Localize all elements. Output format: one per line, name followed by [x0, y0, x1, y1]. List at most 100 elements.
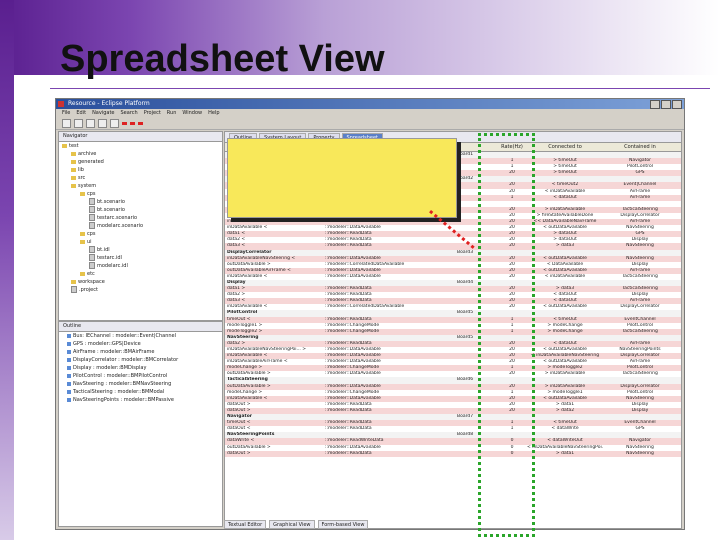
outline-item[interactable]: GPS : modeler::GPS|Device [59, 340, 222, 348]
folder-icon [71, 159, 76, 164]
file-icon [89, 214, 95, 221]
window-titlebar: Resource - Eclipse Platform [56, 99, 684, 109]
folder-icon [80, 191, 85, 196]
outline-item-label: NavSteering : modeler::BMNavSteering [73, 381, 172, 387]
file-icon [71, 286, 77, 293]
tree-item[interactable]: .project [59, 286, 222, 294]
view-tab[interactable]: Graphical View [269, 520, 315, 529]
tree-item[interactable]: system [59, 182, 222, 190]
outline-item[interactable]: NavSteering : modeler::BMNavSteering [59, 380, 222, 388]
navigator-tab[interactable]: Navigator [59, 132, 222, 142]
tree-item[interactable]: generated [59, 158, 222, 166]
tree-item[interactable]: bt.scenario [59, 198, 222, 206]
tree-item[interactable]: archive [59, 150, 222, 158]
outline-item[interactable]: Display : modeler::BMDisplay [59, 364, 222, 372]
menu-item[interactable]: Search [121, 109, 138, 118]
outline-item-label: Display : modeler::BMDisplay [73, 365, 147, 371]
debug-icon[interactable] [110, 119, 119, 128]
tree-item-label: bt.scenario [97, 199, 125, 205]
tree-item[interactable]: cps [59, 230, 222, 238]
table-cell: > data1 [555, 450, 575, 456]
minimize-button[interactable] [650, 100, 660, 109]
tree-item-label: bt.scenario [97, 207, 125, 213]
table-row[interactable]: dataOut >::modeler::ReadData 0 > data1 NavS… [225, 450, 681, 457]
file-icon [89, 198, 95, 205]
tree-item[interactable]: test [59, 142, 222, 150]
file-icon [89, 262, 95, 269]
file-icon [89, 206, 95, 213]
outline-item-label: Bus: IEChannel : modeler::Event|Channel [73, 333, 177, 339]
tree-item[interactable]: workspace [59, 278, 222, 286]
tree-item-label: src [78, 175, 86, 181]
outline-item-label: TacticalSteering : modeler::BMModal [73, 389, 165, 395]
tree-item[interactable]: cps [59, 190, 222, 198]
column-header[interactable]: Contained in [603, 143, 675, 151]
outline-tab[interactable]: Outline [59, 322, 222, 332]
outline-item[interactable]: NavSteeringPoints : modeler::BMPassive [59, 396, 222, 404]
tree-item[interactable]: testarc.idl [59, 254, 222, 262]
tree-item-label: bt.idl [97, 247, 110, 253]
tree-item[interactable]: testarc.scenario [59, 214, 222, 222]
outline-item[interactable]: PilotControl : modeler::BMPilotControl [59, 372, 222, 380]
maximize-button[interactable] [661, 100, 671, 109]
menu-item[interactable]: Help [208, 109, 219, 118]
folder-icon [71, 175, 76, 180]
folder-icon [71, 167, 76, 172]
tree-item[interactable]: src [59, 174, 222, 182]
component-icon [67, 365, 71, 370]
close-button[interactable] [672, 100, 682, 109]
view-tabs: Textual Editor Graphical View Form-based V… [224, 520, 369, 529]
tree-item[interactable]: bt.idl [59, 246, 222, 254]
tree-item[interactable]: bt.scenario [59, 206, 222, 214]
component-icon [67, 341, 71, 346]
left-stripe [0, 0, 14, 540]
tree-item-label: lib [78, 167, 84, 173]
menu-item[interactable]: Edit [76, 109, 86, 118]
navigator-panel: Navigator test archive generated lib src syst… [58, 131, 223, 321]
outline-item[interactable]: DisplayCorrelator : modeler::BMCorrelato… [59, 356, 222, 364]
tree-item[interactable]: modelarc.scenario [59, 222, 222, 230]
outline-item[interactable]: TacticalSteering : modeler::BMModal [59, 388, 222, 396]
save-icon[interactable] [74, 119, 83, 128]
outline-item[interactable]: Bus: IEChannel : modeler::Event|Channel [59, 332, 222, 340]
tree-item-label: cps [87, 191, 96, 197]
tree-item-label: cps [87, 231, 96, 237]
tree-item[interactable]: ui [59, 238, 222, 246]
column-header[interactable]: Connected to [525, 143, 603, 151]
rate-column-highlight [478, 133, 535, 537]
folder-icon [71, 183, 76, 188]
menu-item[interactable]: Project [144, 109, 161, 118]
outline-panel: Outline Bus: IEChannel : modeler::Event|… [58, 321, 223, 527]
menu-item[interactable]: Navigate [92, 109, 114, 118]
tree-item-label: system [78, 183, 97, 189]
menu-item[interactable]: Window [182, 109, 202, 118]
tree-item-label: etc [87, 271, 95, 277]
outline-item-label: DisplayCorrelator : modeler::BMCorrelato… [73, 357, 179, 363]
red-marker-icon [138, 122, 143, 125]
tree-item[interactable]: etc [59, 270, 222, 278]
outline-item[interactable]: AirFrame : modeler::BMAirFrame [59, 348, 222, 356]
component-icon [67, 373, 71, 378]
new-icon[interactable] [62, 119, 71, 128]
tree-item-label: generated [78, 159, 104, 165]
view-tab[interactable]: Textual Editor [224, 520, 267, 529]
print-icon[interactable] [86, 119, 95, 128]
slide-title: Spreadsheet View [60, 38, 385, 80]
view-tab[interactable]: Form-based View [317, 520, 369, 529]
folder-icon [62, 143, 67, 148]
run-icon[interactable] [98, 119, 107, 128]
component-icon [67, 389, 71, 394]
menu-item[interactable]: Run [167, 109, 177, 118]
tree-item[interactable]: lib [59, 166, 222, 174]
folder-icon [80, 271, 85, 276]
window-title: Resource - Eclipse Platform [68, 100, 150, 107]
tree-item-label: .project [79, 287, 98, 293]
title-divider [50, 88, 710, 89]
file-icon [89, 246, 95, 253]
menu-item[interactable]: File [62, 109, 70, 118]
tree-item[interactable]: modelarc.idl [59, 262, 222, 270]
tree-item-label: test [69, 143, 79, 149]
folder-icon [71, 151, 76, 156]
component-icon [67, 333, 71, 338]
red-marker-icon [130, 122, 135, 125]
